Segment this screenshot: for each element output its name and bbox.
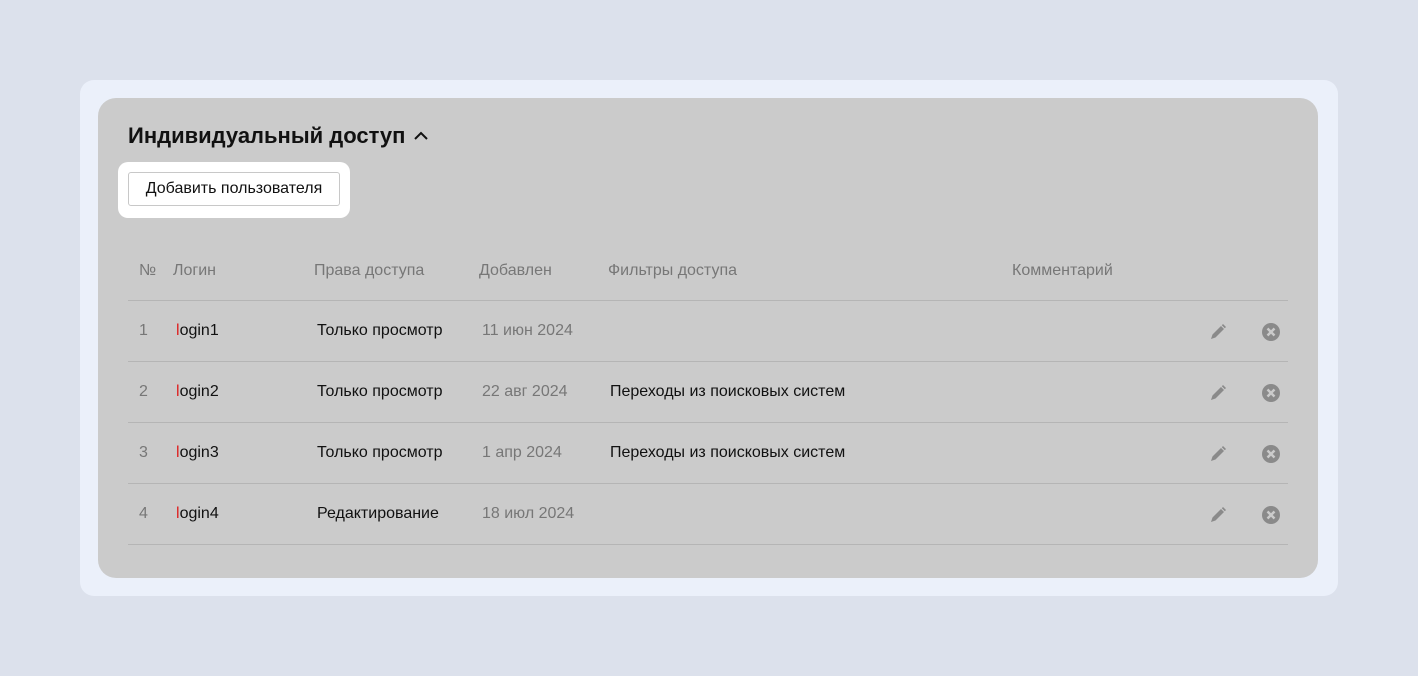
add-user-highlight: Добавить пользователя — [118, 162, 350, 218]
row-number: 3 — [139, 444, 148, 461]
row-added-date: 11 июн 2024 — [482, 322, 573, 339]
row-added-date: 18 июл 2024 — [482, 505, 575, 522]
row-login: login3 — [176, 444, 219, 462]
login-rest: ogin1 — [179, 322, 219, 339]
column-header-login: Логин — [173, 262, 217, 279]
login-rest: ogin2 — [179, 383, 219, 400]
row-number: 4 — [139, 505, 148, 522]
row-filters: Переходы из поисковых систем — [610, 383, 846, 400]
row-rights: Только просмотр — [317, 444, 443, 461]
pencil-icon[interactable] — [1208, 444, 1228, 464]
pencil-icon[interactable] — [1208, 383, 1228, 403]
row-number: 1 — [139, 322, 148, 339]
table-row: 1 login1 Только просмотр 11 июн 2024 — [128, 300, 1288, 361]
row-login: login2 — [176, 383, 219, 401]
individual-access-panel: Индивидуальный доступ Добавить пользоват… — [98, 98, 1318, 578]
column-header-num: № — [139, 262, 157, 279]
table-row: 4 login4 Редактирование 18 июл 2024 — [128, 483, 1288, 545]
table-row: 3 login3 Только просмотр 1 апр 2024 Пере… — [128, 422, 1288, 483]
column-header-added: Добавлен — [479, 262, 552, 279]
row-number: 2 — [139, 383, 148, 400]
section-header[interactable]: Индивидуальный доступ — [128, 122, 430, 150]
close-circle-icon[interactable] — [1261, 383, 1281, 403]
chevron-up-icon[interactable] — [412, 127, 430, 145]
section-title: Индивидуальный доступ — [128, 123, 406, 148]
login-rest: ogin3 — [179, 444, 219, 461]
login-rest: ogin4 — [179, 505, 219, 522]
row-rights: Только просмотр — [317, 322, 443, 339]
users-table: 1 login1 Только просмотр 11 июн 2024 2 l… — [128, 300, 1288, 545]
column-header-rights: Права доступа — [314, 262, 425, 279]
column-header-filters: Фильтры доступа — [608, 262, 737, 279]
close-circle-icon[interactable] — [1261, 322, 1281, 342]
pencil-icon[interactable] — [1208, 505, 1228, 525]
table-header: № Логин Права доступа Добавлен Фильтры д… — [98, 262, 1318, 282]
row-added-date: 1 апр 2024 — [482, 444, 562, 461]
access-settings-frame: Индивидуальный доступ Добавить пользоват… — [80, 80, 1338, 596]
row-rights: Только просмотр — [317, 383, 443, 400]
row-added-date: 22 авг 2024 — [482, 383, 568, 400]
row-rights: Редактирование — [317, 505, 439, 522]
row-login: login4 — [176, 505, 219, 523]
close-circle-icon[interactable] — [1261, 505, 1281, 525]
pencil-icon[interactable] — [1208, 322, 1228, 342]
table-row: 2 login2 Только просмотр 22 авг 2024 Пер… — [128, 361, 1288, 422]
close-circle-icon[interactable] — [1261, 444, 1281, 464]
column-header-comment: Комментарий — [1012, 262, 1113, 279]
row-filters: Переходы из поисковых систем — [610, 444, 846, 461]
row-login: login1 — [176, 322, 219, 340]
add-user-button[interactable]: Добавить пользователя — [128, 172, 340, 206]
